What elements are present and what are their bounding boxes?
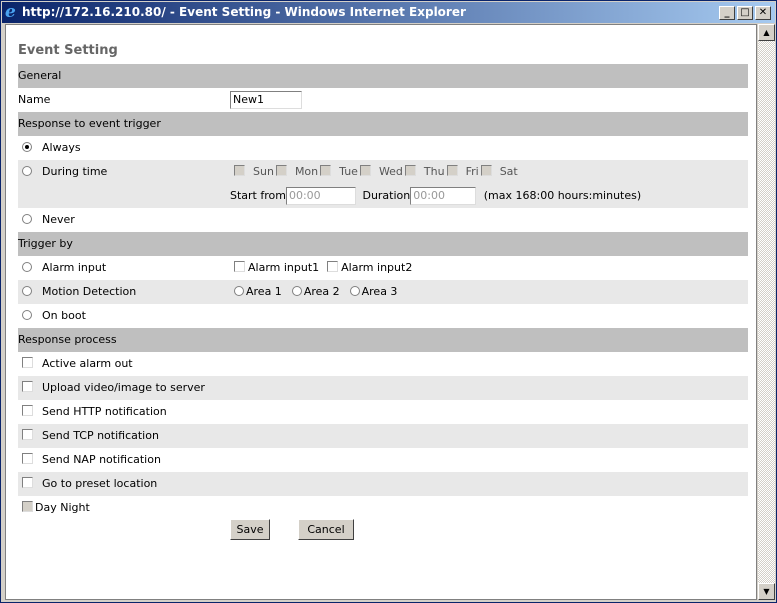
- day-sat-checkbox[interactable]: [480, 165, 492, 176]
- motion-detection-row: Motion Detection Area 1 Area 2 Area 3: [18, 280, 748, 304]
- area1-label: Area 1: [246, 285, 282, 298]
- section-response-process: Response process: [18, 328, 748, 352]
- area2-radio[interactable]: [291, 286, 302, 296]
- motion-detection-radio[interactable]: [22, 286, 32, 296]
- cancel-button[interactable]: Cancel: [298, 519, 354, 540]
- never-radio[interactable]: [22, 214, 32, 224]
- during-time-label: During time: [42, 165, 108, 178]
- response-process-checkbox[interactable]: [22, 453, 33, 464]
- during-time-radio[interactable]: [22, 166, 32, 176]
- day-thu-checkbox[interactable]: [404, 165, 416, 176]
- response-process-checkbox[interactable]: [22, 405, 33, 416]
- name-input[interactable]: New1: [230, 91, 302, 109]
- day-sun-checkbox[interactable]: [234, 165, 245, 176]
- response-process-label: Send TCP notification: [42, 429, 159, 442]
- always-row: Always: [18, 136, 748, 160]
- day-night-checkbox[interactable]: [22, 501, 33, 512]
- day-tue-checkbox[interactable]: [320, 165, 332, 176]
- day-label: Fri: [465, 165, 479, 178]
- browser-window: e http://172.16.210.80/ - Event Setting …: [0, 0, 777, 603]
- alarm-input-radio[interactable]: [22, 262, 32, 272]
- area2-label: Area 2: [303, 285, 340, 298]
- never-label: Never: [42, 213, 75, 226]
- section-header: Trigger by: [18, 237, 73, 250]
- response-process-item: Send NAP notification: [18, 448, 748, 472]
- response-process-checkbox[interactable]: [22, 381, 33, 392]
- section-header: Response to event trigger: [18, 117, 161, 130]
- day-label: Thu: [423, 165, 445, 178]
- scroll-up-button[interactable]: ▲: [758, 24, 775, 41]
- day-label: Tue: [339, 165, 358, 178]
- day-label: Mon: [294, 165, 319, 178]
- response-process-label: Active alarm out: [42, 357, 133, 370]
- window-title: http://172.16.210.80/ - Event Setting - …: [22, 5, 466, 19]
- motion-detection-label: Motion Detection: [42, 285, 137, 298]
- section-response-trigger: Response to event trigger: [18, 112, 748, 136]
- response-process-item: Go to preset location: [18, 472, 748, 496]
- page-title: Event Setting: [18, 43, 118, 58]
- vertical-scrollbar[interactable]: ▲ ▼: [758, 24, 775, 600]
- response-process-label: Upload video/image to server: [42, 381, 205, 394]
- response-process-label: Go to preset location: [42, 477, 158, 490]
- response-process-label: Send HTTP notification: [42, 405, 167, 418]
- minimize-button[interactable]: _: [719, 6, 735, 20]
- day-label: Wed: [378, 165, 403, 178]
- always-radio[interactable]: [22, 142, 32, 152]
- start-from-label: Start from: [230, 189, 286, 202]
- response-process-checkbox[interactable]: [22, 429, 33, 440]
- on-boot-row: On boot: [18, 304, 748, 328]
- alarm-input1-checkbox[interactable]: [234, 261, 245, 272]
- on-boot-radio[interactable]: [22, 310, 32, 320]
- day-label: Sun: [253, 165, 274, 178]
- day-mon-checkbox[interactable]: [275, 165, 287, 176]
- section-trigger-by: Trigger by: [18, 232, 748, 256]
- response-process-item: Send TCP notification: [18, 424, 748, 448]
- always-label: Always: [42, 141, 81, 154]
- response-process-checkbox[interactable]: [22, 477, 33, 488]
- alarm-input-label: Alarm input: [42, 261, 107, 274]
- save-button[interactable]: Save: [230, 519, 270, 540]
- alarm-input2-label: Alarm input2: [341, 261, 413, 274]
- day-wed-checkbox[interactable]: [359, 165, 371, 176]
- area3-label: Area 3: [361, 285, 398, 298]
- section-header: General: [18, 69, 62, 82]
- maximize-button[interactable]: □: [737, 6, 753, 20]
- duration-input[interactable]: 00:00: [410, 187, 477, 205]
- title-bar: e http://172.16.210.80/ - Event Setting …: [2, 2, 775, 23]
- day-label: Sat: [499, 165, 518, 178]
- during-time-row: During time Sun Mon Tue Wed Thu Fri Sat Start …: [18, 160, 748, 208]
- day-night-row: Day Night: [18, 496, 748, 520]
- close-button[interactable]: ✕: [755, 6, 771, 20]
- start-from-input[interactable]: 00:00: [285, 187, 356, 205]
- alarm-input-row: Alarm input Alarm input1 Alarm input2: [18, 256, 748, 280]
- name-label: Name: [18, 93, 51, 106]
- response-process-item: Upload video/image to server: [18, 376, 748, 400]
- response-process-item: Send HTTP notification: [18, 400, 748, 424]
- response-process-item: Active alarm out: [18, 352, 748, 376]
- page-content: Event Setting General Name New1 Response…: [5, 24, 757, 600]
- never-row: Never: [18, 208, 748, 232]
- response-process-label: Send NAP notification: [42, 453, 161, 466]
- area3-radio[interactable]: [349, 286, 360, 296]
- alarm-input1-label: Alarm input1: [248, 261, 320, 274]
- section-general: General: [18, 64, 748, 88]
- on-boot-label: On boot: [42, 309, 86, 322]
- duration-label: Duration: [362, 189, 411, 202]
- area1-radio[interactable]: [234, 286, 244, 296]
- response-process-checkbox[interactable]: [22, 357, 33, 368]
- max-duration-note: (max 168:00 hours:minutes): [483, 189, 642, 202]
- day-fri-checkbox[interactable]: [446, 165, 458, 176]
- section-header: Response process: [18, 333, 117, 346]
- scroll-down-button[interactable]: ▼: [758, 583, 775, 600]
- day-night-label: Day Night: [35, 501, 90, 514]
- ie-logo-icon: e: [5, 2, 16, 22]
- name-row: Name New1: [18, 88, 748, 112]
- alarm-input2-checkbox[interactable]: [327, 261, 339, 272]
